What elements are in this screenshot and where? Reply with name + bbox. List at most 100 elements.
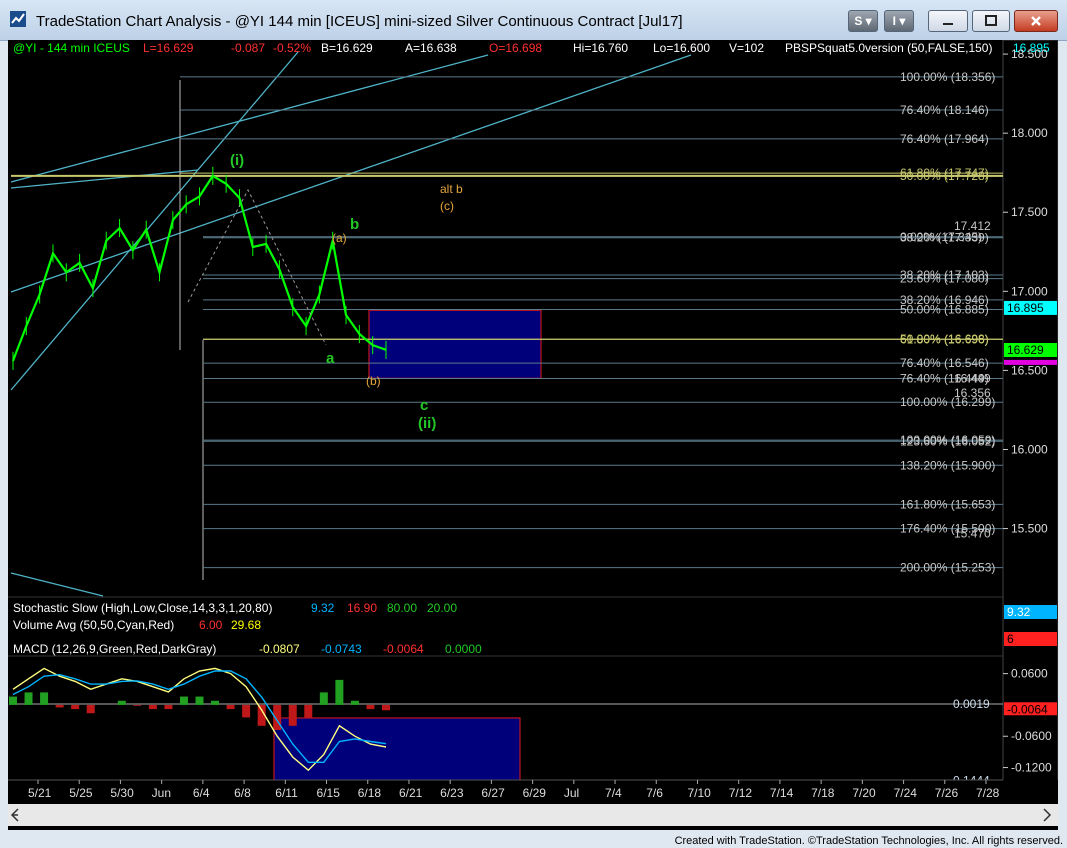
- time-axis-label: 7/28: [976, 786, 1000, 800]
- macd-histogram-bar: [9, 696, 17, 705]
- macd-histogram-bar: [350, 700, 359, 705]
- macd-histogram-bar: [195, 696, 204, 705]
- volume-legend-item: 29.68: [231, 618, 261, 632]
- fib-level-label: 76.40% (18.146): [900, 103, 989, 117]
- macd-histogram-bar: [164, 704, 173, 710]
- fib-level-label: 50.00% (16.885): [900, 303, 989, 317]
- last-price-label: 16.895: [1007, 301, 1044, 315]
- wave-label: (i): [230, 152, 244, 169]
- wave-label: (b): [366, 374, 381, 388]
- time-axis-label: 6/18: [358, 786, 382, 800]
- macd-histogram-bar: [242, 704, 251, 718]
- chart-window: TradeStation Chart Analysis - @YI 144 mi…: [0, 0, 1067, 848]
- header-legend-item: Lo=16.600: [653, 41, 710, 55]
- time-axis-label: 7/20: [852, 786, 876, 800]
- volume-value-label: 6: [1007, 632, 1014, 646]
- fib-level-label: 16.449: [954, 371, 991, 385]
- macd-histogram-bar: [335, 679, 344, 705]
- wave-label: a: [326, 350, 335, 367]
- price-axis-label: 18.500: [1011, 47, 1048, 61]
- macd-histogram-bar: [133, 704, 142, 706]
- time-axis-label: 6/15: [317, 786, 341, 800]
- time-axis-label: 6/21: [399, 786, 423, 800]
- macd-histogram-bar: [211, 700, 220, 705]
- stochastic-legend-item: 16.90: [347, 601, 377, 615]
- marker-strip: [1004, 359, 1057, 365]
- wave-label: b: [350, 216, 359, 233]
- volume-legend-item: 6.00: [199, 618, 223, 632]
- macd-target-zone: [273, 717, 521, 781]
- time-axis-label: 7/6: [646, 786, 663, 800]
- time-axis-label: 7/10: [687, 786, 711, 800]
- stochastic-legend-item: 80.00: [387, 601, 417, 615]
- time-axis-label: 6/23: [440, 786, 464, 800]
- horizontal-scrollbar[interactable]: [8, 804, 1058, 826]
- macd-axis-label: -0.1200: [1011, 761, 1052, 775]
- wave-label: (a): [332, 231, 347, 245]
- fib-level-label: 76.40% (17.964): [900, 132, 989, 146]
- title-bar[interactable]: TradeStation Chart Analysis - @YI 144 mi…: [0, 0, 1067, 41]
- macd-histogram-bar: [24, 692, 33, 705]
- fib-level-label: 38.20% (17.339): [900, 231, 989, 245]
- fib-level-label: 138.20% (15.900): [900, 458, 995, 472]
- maximize-button[interactable]: [972, 10, 1010, 32]
- macd-legend-item: -0.0743: [321, 642, 362, 656]
- header-legend-item: L=16.629: [143, 41, 194, 55]
- macd-axis-label: -0.0600: [1011, 729, 1052, 743]
- macd-histogram-bar: [148, 704, 157, 710]
- macd-histogram-bar: [55, 704, 64, 708]
- macd-histogram-bar: [366, 704, 375, 710]
- stochastic-value-label: 9.32: [1007, 605, 1031, 619]
- macd-value-label: 0.0019: [953, 697, 990, 711]
- time-axis-label: 7/14: [770, 786, 794, 800]
- time-axis-label: 6/29: [523, 786, 547, 800]
- fib-level-label: 23.60% (17.080): [900, 272, 989, 286]
- macd-histogram-bar: [117, 700, 126, 705]
- fib-level-label: 161.80% (15.653): [900, 497, 995, 511]
- time-axis-label: 5/21: [28, 786, 52, 800]
- macd-legend-item: 0.0000: [445, 642, 482, 656]
- macd-legend-item: -0.0807: [259, 642, 300, 656]
- i-menu-button[interactable]: I ▾: [884, 10, 914, 32]
- wave-label: (ii): [418, 415, 436, 432]
- macd-value-label: -0.0064: [1007, 702, 1048, 716]
- time-axis-label: 6/8: [234, 786, 251, 800]
- macd-histogram-bar: [226, 704, 235, 710]
- header-legend-item: O=16.698: [489, 41, 542, 55]
- maximize-icon: [985, 15, 997, 26]
- fib-level-label: 100.00% (16.299): [900, 395, 995, 409]
- header-legend-item: -0.52%: [273, 41, 311, 55]
- s-button-label: S: [854, 14, 863, 28]
- stochastic-legend-item: 20.00: [427, 601, 457, 615]
- macd-histogram-bar: [40, 692, 49, 705]
- time-axis-label: 6/27: [481, 786, 505, 800]
- header-legend-item: Hi=16.760: [573, 41, 628, 55]
- wave-label: c: [420, 397, 428, 414]
- price-axis-label: 17.000: [1011, 284, 1048, 298]
- fib-level-label: 123.60% (16.052): [900, 434, 995, 448]
- macd-histogram-bar: [86, 704, 95, 714]
- price-axis-label: 18.000: [1011, 126, 1048, 140]
- close-button[interactable]: [1014, 10, 1058, 32]
- time-axis-label: 5/30: [110, 786, 134, 800]
- s-menu-button[interactable]: S ▾: [848, 10, 878, 32]
- macd-histogram-bar: [382, 704, 390, 711]
- fib-level-label: 100.00% (18.356): [900, 70, 995, 84]
- wave-label: alt b: [440, 182, 463, 196]
- chart-canvas[interactable]: @YI - 144 min ICEUS L=16.629 -0.087 -0.52% B…: [8, 40, 1058, 830]
- macd-histogram-bar: [179, 696, 188, 705]
- i-button-label: I: [892, 14, 896, 28]
- chart-frame: @YI - 144 min ICEUS L=16.629 -0.087 -0.52% B…: [8, 40, 1058, 830]
- time-axis-label: 7/24: [894, 786, 918, 800]
- time-axis-label: 5/25: [69, 786, 93, 800]
- macd-legend-item: -0.0064: [383, 642, 424, 656]
- time-axis-label: 7/12: [729, 786, 753, 800]
- price-axis-label: 17.500: [1011, 205, 1048, 219]
- macd-histogram-bar: [71, 704, 80, 710]
- tradestation-app-icon: [10, 11, 26, 27]
- header-legend-item: PBSPSquat5.0version (50,FALSE,150): [785, 41, 992, 55]
- minimize-button[interactable]: [928, 10, 968, 32]
- stochastic-legend-item: Stochastic Slow (High,Low,Close,14,3,3,1…: [13, 601, 272, 615]
- time-axis-label: Jun: [152, 786, 171, 800]
- header-legend-item: A=16.638: [405, 41, 457, 55]
